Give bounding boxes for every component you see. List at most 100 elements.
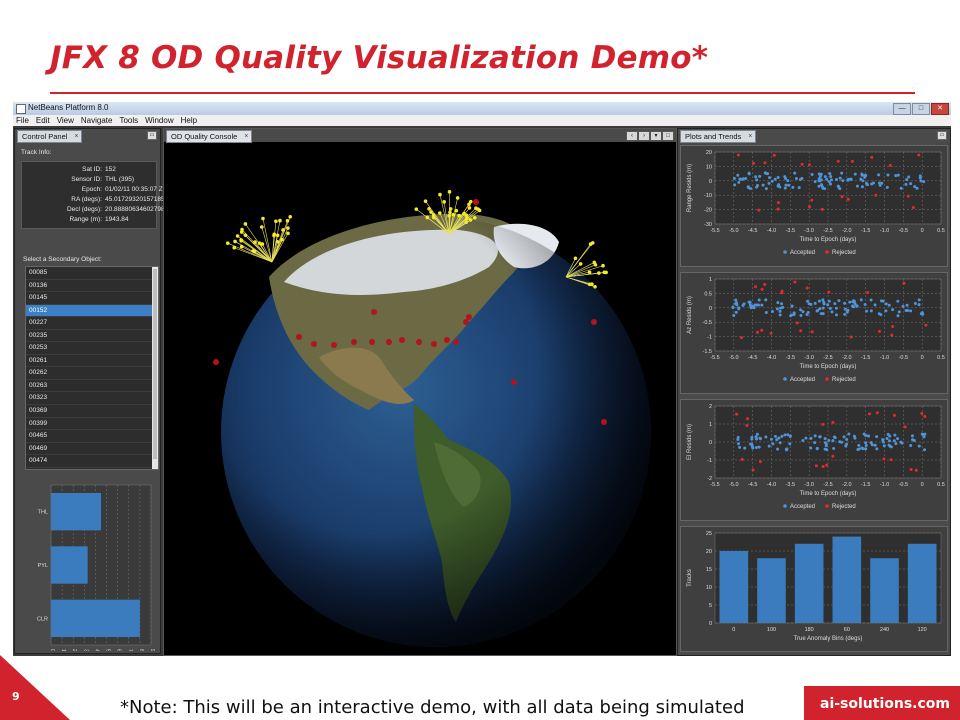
- panel-maximize-button[interactable]: ▭: [147, 131, 157, 140]
- y-tick-label: 10: [706, 585, 712, 591]
- accepted-point: [899, 186, 903, 190]
- accepted-point: [792, 313, 796, 317]
- close-icon[interactable]: ×: [748, 131, 752, 142]
- y-tick-label: 0.5: [704, 291, 712, 297]
- tab-list-button[interactable]: ▾: [650, 131, 662, 141]
- observation-point: [442, 200, 446, 204]
- close-icon[interactable]: ×: [244, 131, 248, 142]
- accepted-point: [732, 177, 736, 181]
- list-item[interactable]: 00235: [26, 330, 158, 343]
- list-item[interactable]: 00227: [26, 317, 158, 330]
- accepted-point: [838, 176, 842, 180]
- accepted-point: [884, 309, 888, 313]
- accepted-point: [845, 310, 849, 314]
- list-item[interactable]: 00399: [26, 418, 158, 431]
- list-item-selected[interactable]: 00152: [26, 304, 158, 318]
- rejected-point: [831, 421, 835, 425]
- y-tick-label: -20: [704, 208, 712, 214]
- accepted-point: [829, 182, 833, 186]
- accepted-point: [865, 183, 869, 187]
- rejected-point: [914, 468, 918, 472]
- tab-plots-and-trends[interactable]: Plots and Trends ×: [680, 130, 757, 143]
- list-item[interactable]: 00262: [26, 367, 158, 380]
- accepted-point: [747, 172, 751, 176]
- list-item[interactable]: 00263: [26, 380, 158, 393]
- x-tick-label: 180: [805, 627, 814, 633]
- list-item[interactable]: 00369: [26, 405, 158, 418]
- observation-point: [260, 242, 265, 246]
- accepted-point: [859, 298, 863, 302]
- list-item[interactable]: 00085: [26, 267, 158, 280]
- menu-navigate[interactable]: Navigate: [81, 115, 113, 126]
- list-item[interactable]: 00469: [26, 443, 158, 456]
- brand-name: ai-solutions.com: [820, 696, 951, 712]
- x-tick-label: -3.0: [804, 482, 813, 488]
- accepted-point: [823, 437, 827, 441]
- x-tick-label: -4.5: [748, 482, 757, 488]
- panel-maximize-button[interactable]: ▭: [937, 131, 947, 140]
- accepted-point: [907, 175, 911, 179]
- bar: [832, 536, 862, 623]
- accepted-point: [896, 173, 900, 177]
- list-item[interactable]: 00323: [26, 392, 158, 406]
- list-item[interactable]: 00253: [26, 342, 158, 355]
- menu-view[interactable]: View: [57, 115, 74, 126]
- accepted-point: [881, 299, 885, 303]
- accepted-point: [881, 440, 885, 444]
- accepted-point: [783, 186, 787, 190]
- observation-point: [438, 192, 442, 197]
- maximize-button[interactable]: □: [912, 103, 930, 115]
- console-maximize-button[interactable]: □: [662, 131, 674, 141]
- x-tick-label: 0.5: [937, 482, 945, 488]
- accepted-point: [885, 185, 889, 189]
- menu-edit[interactable]: Edit: [36, 115, 50, 126]
- accepted-point: [813, 441, 817, 445]
- accepted-point: [793, 171, 797, 175]
- x-tick-label: 10: [60, 649, 66, 651]
- menu-tools[interactable]: Tools: [119, 115, 138, 126]
- rejected-point: [755, 330, 759, 334]
- observation-point: [272, 233, 276, 238]
- accepted-point: [742, 302, 746, 306]
- legend-rejected: Rejected: [832, 250, 856, 256]
- menu-file[interactable]: File: [16, 115, 29, 126]
- list-item[interactable]: 00465: [26, 430, 158, 443]
- observation-point: [239, 238, 243, 242]
- bar: [794, 543, 824, 623]
- rejected-point: [825, 463, 829, 467]
- y-tick-label: 0: [709, 179, 712, 185]
- menu-help[interactable]: Help: [181, 115, 197, 126]
- observation-point: [590, 282, 594, 286]
- accepted-point: [758, 436, 762, 440]
- minimize-button[interactable]: —: [893, 103, 911, 115]
- tab-control-panel[interactable]: Control Panel ×: [17, 130, 83, 143]
- observation-point: [447, 190, 452, 194]
- list-scrollbar[interactable]: [152, 267, 158, 469]
- observation-point: [259, 225, 264, 229]
- legend-rejected-marker: [825, 377, 829, 381]
- x-tick-label: -3.5: [786, 355, 795, 361]
- legend-rejected: Rejected: [832, 504, 856, 510]
- close-icon[interactable]: ×: [74, 131, 78, 142]
- list-item[interactable]: 00261: [26, 355, 158, 368]
- scroll-right-button[interactable]: ›: [638, 131, 650, 141]
- close-button[interactable]: ✕: [931, 103, 949, 115]
- scroll-left-button[interactable]: ‹: [626, 131, 638, 141]
- accepted-point: [810, 173, 814, 177]
- menu-window[interactable]: Window: [145, 115, 173, 126]
- accepted-point: [901, 304, 905, 308]
- y-tick-label: 2: [709, 404, 712, 410]
- observation-ray: [271, 220, 288, 263]
- accepted-point: [767, 444, 771, 448]
- title-underline: [50, 92, 915, 94]
- accepted-point: [815, 447, 819, 451]
- rejected-point: [889, 458, 893, 462]
- list-item[interactable]: 00136: [26, 280, 158, 293]
- accepted-point: [878, 183, 882, 187]
- globe-view[interactable]: [164, 142, 676, 655]
- accepted-point: [817, 172, 821, 176]
- scrollbar-thumb[interactable]: [153, 269, 157, 459]
- list-item[interactable]: 00474: [26, 455, 158, 468]
- list-item[interactable]: 00145: [26, 292, 158, 305]
- accepted-point: [768, 176, 772, 180]
